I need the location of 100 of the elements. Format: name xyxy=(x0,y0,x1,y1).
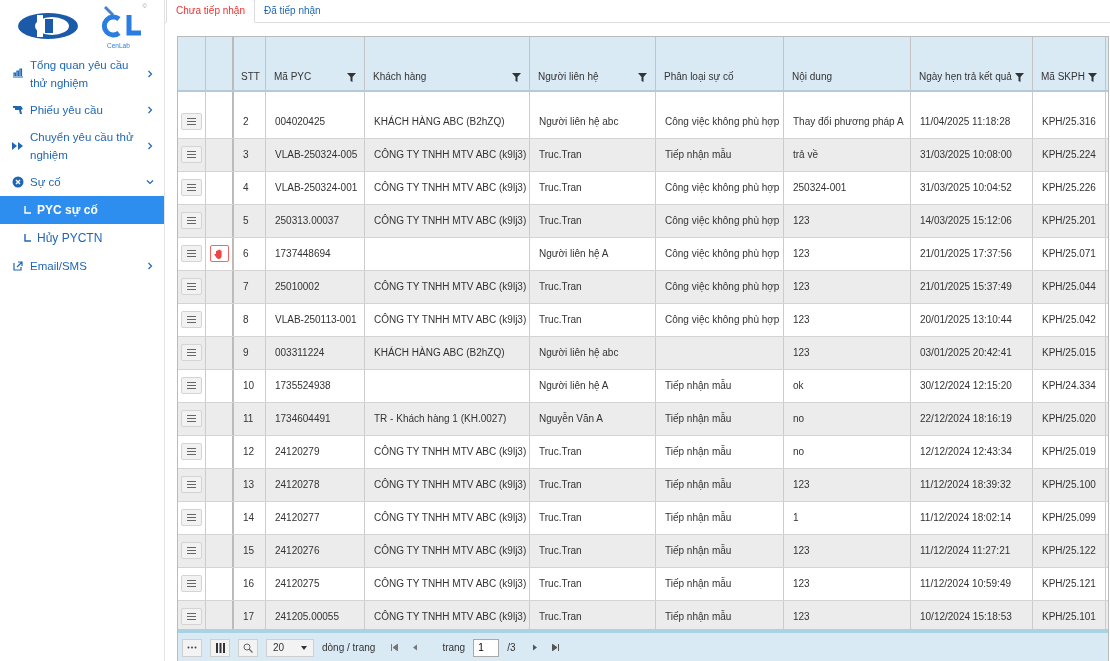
table-cell: 31/03/2025 10:08:00 xyxy=(920,149,1012,161)
table-cell: 123 xyxy=(793,215,810,227)
table-cell: CÔNG TY TNHH MTV ABC (k9lj3) xyxy=(374,314,527,326)
last-page-icon[interactable] xyxy=(551,644,559,651)
table-cell: 6 xyxy=(243,248,249,260)
row-menu-button[interactable] xyxy=(181,608,202,626)
sidebar-item[interactable]: Chuyển yêu cầu thử nghiệm xyxy=(0,124,164,168)
sidebar-item[interactable]: Phiếu yêu cầu xyxy=(0,96,164,124)
table-cell: 31/03/2025 10:04:52 xyxy=(920,182,1012,194)
row-menu-button[interactable] xyxy=(181,179,202,197)
external-link-icon xyxy=(12,260,24,272)
table-cell: Truc.Tran xyxy=(539,281,582,293)
table-cell: Truc.Tran xyxy=(539,512,582,524)
search-icon xyxy=(243,642,253,653)
sidebar-subitem[interactable]: PYC sự cố xyxy=(0,196,164,224)
filter-icon[interactable] xyxy=(1088,72,1097,82)
corner-icon xyxy=(24,206,31,214)
row-menu-button[interactable] xyxy=(181,245,202,263)
table-cell: Người liên hệ A xyxy=(539,248,609,260)
row-menu-button[interactable] xyxy=(181,344,202,362)
table-cell: Truc.Tran xyxy=(539,446,582,458)
table-cell: Tiếp nhận mẫu xyxy=(665,479,732,491)
table-cell: 1 xyxy=(793,512,799,524)
next-page-icon[interactable] xyxy=(531,644,538,651)
menu-icon xyxy=(187,217,196,225)
sidebar-subitem[interactable]: Hủy PYCTN xyxy=(0,224,164,252)
table-cell: 12 xyxy=(243,446,255,458)
page-size-select[interactable]: 20 xyxy=(266,638,314,657)
table-cell: CÔNG TY TNHH MTV ABC (k9lj3) xyxy=(374,182,527,194)
row-menu-button[interactable] xyxy=(181,113,202,131)
row-menu-button[interactable] xyxy=(181,542,202,560)
row-menu-button[interactable] xyxy=(181,278,202,296)
tab[interactable]: Chưa tiếp nhận xyxy=(166,0,255,23)
table-cell: KPH/25.121 xyxy=(1042,578,1096,590)
row-menu-button[interactable] xyxy=(181,146,202,164)
table-cell: 17 xyxy=(243,611,255,623)
logo-icon xyxy=(17,11,79,41)
menu-icon xyxy=(187,151,196,159)
table-cell: KPH/25.020 xyxy=(1042,413,1096,425)
table-cell: Người liên hệ A xyxy=(539,380,609,392)
page-input[interactable]: 1 xyxy=(473,638,500,657)
flag-button[interactable] xyxy=(209,245,229,263)
table-cell: 3 xyxy=(243,149,249,161)
table-cell: 123 xyxy=(793,611,810,623)
bar-chart-icon xyxy=(12,68,24,80)
table-cell: CÔNG TY TNHH MTV ABC (k9lj3) xyxy=(374,281,527,293)
row-menu-button[interactable] xyxy=(181,311,202,329)
table-cell: KPH/25.224 xyxy=(1042,149,1096,161)
menu-icon xyxy=(187,250,196,258)
table-cell: 004020425 xyxy=(275,116,326,128)
menu-icon xyxy=(187,580,196,588)
table-cell: Truc.Tran xyxy=(539,314,582,326)
table-cell: 11/12/2024 10:59:49 xyxy=(920,578,1011,590)
menu-icon xyxy=(187,184,196,192)
table-cell: 9 xyxy=(243,347,249,359)
table-cell: Truc.Tran xyxy=(539,149,582,161)
sidebar-item[interactable]: Sự cố xyxy=(0,168,164,196)
fast-forward-icon xyxy=(12,140,24,152)
table-cell: VLAB-250324-005 xyxy=(275,149,358,161)
filter-icon[interactable] xyxy=(638,72,647,82)
first-page-icon[interactable] xyxy=(391,644,399,651)
row-menu-button[interactable] xyxy=(181,443,202,461)
subitem-label: Hủy PYCTN xyxy=(37,231,103,245)
table-cell: 24120275 xyxy=(275,578,320,590)
filter-icon[interactable] xyxy=(512,72,521,82)
table-cell: 5 xyxy=(243,215,249,227)
table-cell: Truc.Tran xyxy=(539,545,582,557)
table-cell: Truc.Tran xyxy=(539,182,582,194)
row-menu-button[interactable] xyxy=(181,509,202,527)
previous-page-icon[interactable] xyxy=(412,644,419,651)
table-cell: 03/01/2025 20:42:41 xyxy=(920,347,1012,359)
sidebar-item[interactable]: Email/SMS xyxy=(0,252,164,280)
filter-icon[interactable] xyxy=(347,72,356,82)
menu-icon xyxy=(187,349,196,357)
corner-icon xyxy=(24,234,31,242)
header-label: Khách hàng xyxy=(373,70,427,82)
row-menu-button[interactable] xyxy=(181,377,202,395)
row-menu-button[interactable] xyxy=(181,410,202,428)
table-cell: Tiếp nhận mẫu xyxy=(665,446,732,458)
table-cell: 7 xyxy=(243,281,249,293)
table-cell: KPH/25.042 xyxy=(1042,314,1096,326)
table-cell: 24120277 xyxy=(275,512,320,524)
table-cell: 16 xyxy=(243,578,255,590)
table-cell: CÔNG TY TNHH MTV ABC (k9lj3) xyxy=(374,215,527,227)
table-cell: Người liên hệ abc xyxy=(539,347,619,359)
table-cell: Truc.Tran xyxy=(539,479,582,491)
columns-button[interactable] xyxy=(210,638,230,657)
row-menu-button[interactable] xyxy=(181,212,202,230)
table-cell: 1737448694 xyxy=(275,248,331,260)
header-label: Phân loại sự cố xyxy=(664,70,734,82)
tab[interactable]: Đã tiếp nhận xyxy=(254,0,330,22)
table-cell: Công việc không phù hợp xyxy=(665,215,780,227)
table-cell: 123 xyxy=(793,248,810,260)
sidebar-item[interactable]: Tổng quan yêu cầu thử nghiệm xyxy=(0,52,164,96)
row-menu-button[interactable] xyxy=(181,476,202,494)
row-menu-button[interactable] xyxy=(181,575,202,593)
table-cell: Người liên hệ abc xyxy=(539,116,619,128)
search-button[interactable] xyxy=(238,638,258,657)
table-cell: 003311224 xyxy=(275,347,325,359)
filter-icon[interactable] xyxy=(1015,72,1024,82)
